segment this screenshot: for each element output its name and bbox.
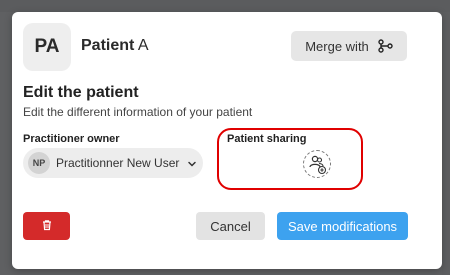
edit-section-subtitle: Edit the different information of your p…	[23, 105, 253, 119]
backdrop	[0, 0, 450, 12]
merge-with-label: Merge with	[305, 38, 369, 54]
save-modifications-button[interactable]: Save modifications	[277, 212, 408, 240]
add-users-icon[interactable]	[303, 150, 331, 178]
backdrop-edge	[442, 12, 450, 275]
patient-first-name: Patient	[81, 37, 135, 54]
merge-branch-icon	[377, 39, 393, 53]
chevron-down-icon	[187, 158, 197, 168]
delete-button[interactable]	[23, 212, 70, 240]
practitioner-owner-label: Practitioner owner	[23, 133, 120, 145]
merge-with-button[interactable]: Merge with	[291, 31, 407, 61]
practitioner-owner-select[interactable]: NP Practitionner New User	[23, 148, 203, 178]
patient-sharing-label: Patient sharing	[227, 133, 307, 145]
owner-name: Practitionner New User	[56, 156, 180, 170]
edit-section-title: Edit the patient	[23, 84, 139, 101]
patient-name: Patient A	[81, 37, 149, 55]
trash-icon	[41, 219, 53, 234]
patient-avatar: PA	[23, 23, 71, 71]
cancel-button[interactable]: Cancel	[196, 212, 265, 240]
patient-last-name: A	[137, 37, 149, 54]
owner-avatar: NP	[28, 152, 50, 174]
